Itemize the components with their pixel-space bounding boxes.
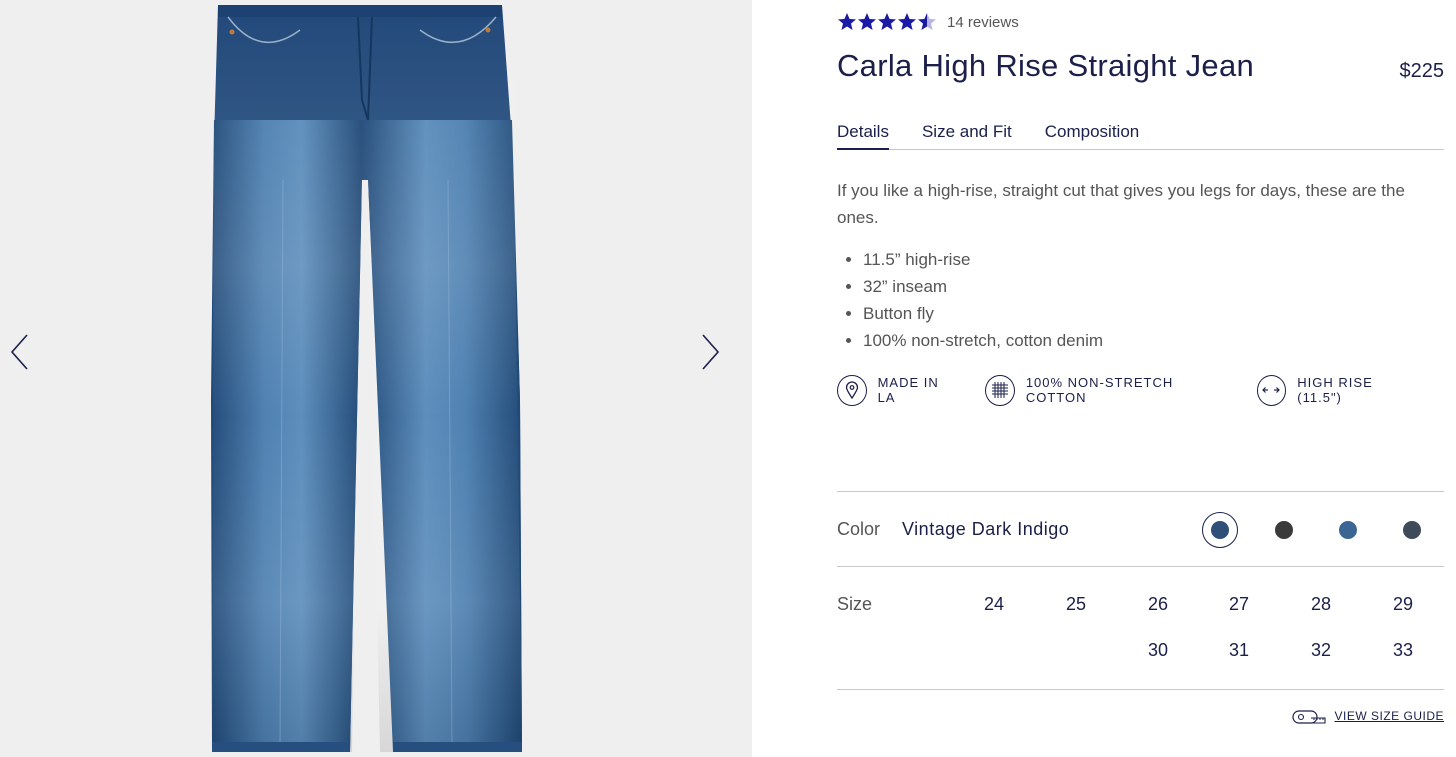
product-price: $225: [1399, 60, 1445, 82]
star-icon: [878, 13, 896, 30]
product-details-panel: 14 reviews Carla High Rise Straight Jean…: [837, 0, 1444, 757]
color-swatch[interactable]: [1266, 512, 1302, 548]
color-selector: Color Vintage Dark Indigo: [837, 510, 1444, 548]
size-option[interactable]: 26: [1133, 594, 1183, 615]
star-icon: [898, 13, 916, 30]
size-option[interactable]: 30: [1133, 640, 1183, 661]
feature-label: MADE IN LA: [877, 375, 939, 405]
list-item: Button fly: [863, 300, 1103, 327]
selected-color-name: Vintage Dark Indigo: [902, 519, 1070, 539]
size-option[interactable]: 24: [969, 594, 1019, 615]
size-option[interactable]: 31: [1214, 640, 1264, 661]
star-icon: [918, 13, 936, 30]
divider: [837, 491, 1444, 492]
feature-cotton: 100% NON-STRETCH COTTON: [985, 374, 1229, 406]
size-option[interactable]: 28: [1296, 594, 1346, 615]
size-label: Size: [837, 594, 873, 614]
divider: [837, 566, 1444, 567]
color-swatch[interactable]: [1330, 512, 1366, 548]
star-icon: [838, 13, 856, 30]
list-item: 100% non-stretch, cotton denim: [863, 327, 1103, 354]
feature-label: HIGH RISE (11.5"): [1297, 375, 1373, 405]
size-guide-link[interactable]: VIEW SIZE GUIDE: [1292, 707, 1444, 725]
product-gallery: [0, 0, 752, 757]
product-title: Carla High Rise Straight Jean: [837, 48, 1255, 83]
tab-size-and-fit[interactable]: Size and Fit: [922, 122, 1012, 148]
swatch-dot: [1403, 521, 1421, 539]
size-guide-label[interactable]: VIEW SIZE GUIDE: [1334, 709, 1444, 723]
feature-badges: MADE IN LA 100% NON-STRETCH COTTON HIGH …: [837, 373, 1444, 407]
previous-image-button[interactable]: [0, 332, 40, 372]
next-image-button[interactable]: [690, 332, 730, 372]
chevron-right-icon: [702, 334, 720, 370]
list-item: 32” inseam: [863, 273, 1103, 300]
size-option[interactable]: 29: [1378, 594, 1428, 615]
measuring-tape-icon: [1292, 710, 1327, 724]
size-option[interactable]: 27: [1214, 594, 1264, 615]
product-rating[interactable]: 14 reviews: [837, 10, 1019, 34]
tab-composition[interactable]: Composition: [1045, 122, 1140, 148]
feature-label: 100% NON-STRETCH COTTON: [1025, 375, 1174, 405]
product-image: [211, 5, 522, 752]
star-rating: [837, 12, 937, 32]
color-swatch[interactable]: [1394, 512, 1430, 548]
swatch-dot: [1339, 521, 1357, 539]
star-icon: [858, 13, 876, 30]
product-description: If you like a high-rise, straight cut th…: [837, 181, 1405, 227]
color-swatch[interactable]: [1202, 512, 1238, 548]
feature-high-rise: HIGH RISE (11.5"): [1256, 374, 1416, 406]
fabric-weave-icon: [985, 374, 1015, 406]
list-item: 11.5” high-rise: [863, 246, 1103, 273]
product-tabs: Details Size and Fit Composition: [837, 122, 1444, 150]
chevron-left-icon: [10, 334, 28, 370]
divider: [837, 689, 1444, 690]
size-option[interactable]: 32: [1296, 640, 1346, 661]
arrows-horizontal-icon: [1256, 374, 1287, 406]
swatch-dot: [1275, 521, 1293, 539]
color-label: Color: [837, 519, 881, 539]
tab-details[interactable]: Details: [837, 122, 889, 150]
reviews-link[interactable]: 14 reviews: [947, 14, 1019, 31]
size-option[interactable]: 33: [1378, 640, 1428, 661]
feature-made-in-la: MADE IN LA: [837, 374, 957, 406]
swatch-dot: [1211, 521, 1229, 539]
detail-bullets: 11.5” high-rise 32” inseam Button fly 10…: [837, 246, 1103, 354]
size-option[interactable]: 25: [1051, 594, 1101, 615]
location-pin-icon: [837, 374, 867, 406]
